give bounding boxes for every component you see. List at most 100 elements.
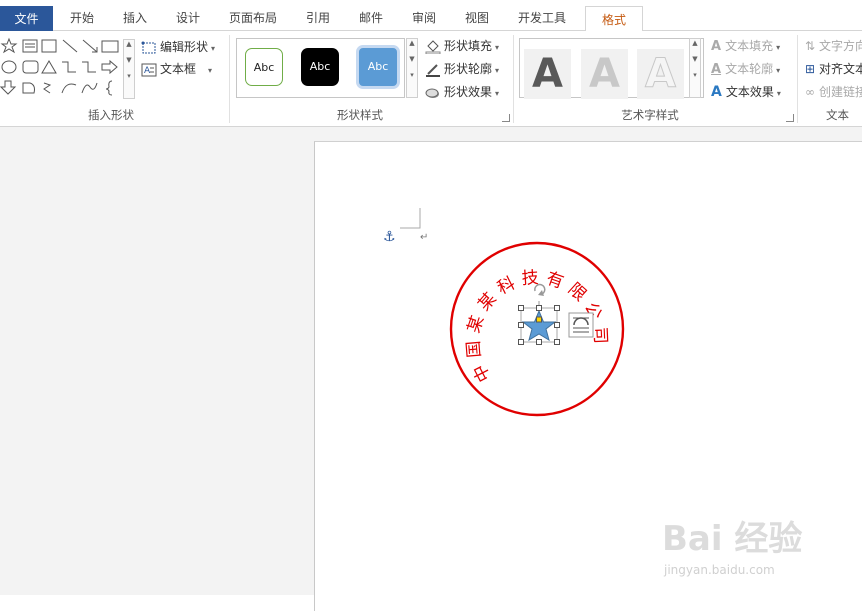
- shape-effects-label: 形状效果: [444, 85, 493, 99]
- elbow-connector-icon: [62, 61, 76, 73]
- wordart-style-outline[interactable]: A: [637, 49, 684, 99]
- wordart-styles-group-label: 艺术字样式: [621, 108, 679, 122]
- tab-file[interactable]: 文件: [0, 6, 53, 31]
- tab-review[interactable]: 审阅: [397, 5, 451, 31]
- group-divider: [797, 35, 798, 123]
- star-shape-icon: [0, 37, 18, 54]
- align-text-label: 对齐文本: [819, 62, 862, 76]
- ribbon-tab-bar: 文件 开始 插入 设计 页面布局 引用 邮件 审阅 视图 开发工具 格式: [0, 0, 862, 32]
- chevron-down-icon: ▾: [495, 66, 500, 75]
- text-outline-button[interactable]: A 文本轮廓 ▾: [711, 59, 780, 79]
- tab-home[interactable]: 开始: [55, 5, 109, 31]
- tab-mailings[interactable]: 邮件: [345, 5, 397, 31]
- tab-format[interactable]: 格式: [585, 6, 643, 32]
- scribble-icon: [43, 82, 52, 94]
- shape-effects-icon: [425, 88, 439, 98]
- freeform-shape-icon: [22, 82, 35, 94]
- shape-styles-scroll[interactable]: ▲ ▼ ▾: [406, 38, 418, 98]
- watermark-url: jingyan.baidu.com: [663, 563, 775, 577]
- create-link-button[interactable]: ∞ 创建链接: [805, 82, 862, 102]
- text-box-icon: A: [141, 63, 157, 76]
- adjust-handle: [536, 316, 542, 323]
- tab-insert[interactable]: 插入: [109, 5, 161, 31]
- shape-styles-dialog-launcher[interactable]: [502, 114, 510, 122]
- text-effects-button[interactable]: A 文本效果 ▾: [711, 82, 781, 102]
- wordart-scroll[interactable]: ▲ ▼ ▾: [689, 38, 701, 98]
- shape-effects-button[interactable]: 形状效果 ▾: [425, 82, 499, 102]
- edit-shape-button[interactable]: 编辑形状 ▾: [141, 37, 215, 57]
- text-fill-button[interactable]: A 文本填充 ▾: [711, 36, 780, 56]
- text-group-label: 文本: [826, 108, 849, 122]
- svg-text:A: A: [144, 66, 151, 76]
- arrow-shape-icon: [82, 39, 98, 53]
- text-effects-label: 文本效果: [725, 85, 774, 99]
- shape-fill-button[interactable]: 形状填充 ▾: [425, 36, 499, 56]
- wordart-dialog-launcher[interactable]: [786, 114, 794, 122]
- edit-shape-label: 编辑形状: [160, 40, 209, 54]
- wordart-style-dark[interactable]: A: [524, 49, 571, 99]
- chevron-down-icon: ▾: [495, 43, 500, 52]
- tab-design[interactable]: 设计: [161, 5, 215, 31]
- curve-shape-icon: [81, 82, 98, 94]
- insert-shapes-group-label: 插入形状: [88, 108, 134, 122]
- text-outline-icon: A: [711, 62, 722, 77]
- shapes-gallery-scroll[interactable]: ▲ ▼ ▾: [123, 39, 135, 99]
- wordart-style-gray[interactable]: A: [581, 49, 628, 99]
- tab-references[interactable]: 引用: [291, 5, 345, 31]
- right-arrow-shape-icon: [101, 59, 118, 75]
- paragraph-mark-icon: ↵: [420, 232, 429, 243]
- vertical-textbox-shape-icon: [41, 39, 57, 53]
- shapes-gallery[interactable]: [0, 37, 122, 99]
- chevron-down-icon: ▾: [776, 66, 781, 75]
- text-direction-icon: ⇅: [805, 39, 816, 53]
- align-text-icon: ⊞: [805, 62, 816, 76]
- text-direction-button[interactable]: ⇅ 文字方向: [805, 36, 862, 56]
- shape-outline-label: 形状轮廓: [444, 62, 493, 76]
- rectangle-shape-icon: [101, 40, 119, 53]
- arc-shape-icon: [61, 83, 77, 94]
- text-fill-icon: A: [711, 39, 722, 54]
- margin-corner-mark: [400, 208, 421, 229]
- text-box-button[interactable]: A 文本框 ▾: [141, 59, 212, 79]
- star-shape: [521, 309, 557, 342]
- shape-style-outline-green[interactable]: Abc: [245, 48, 283, 86]
- shape-style-black[interactable]: Abc: [301, 48, 339, 86]
- text-box-label: 文本框: [160, 62, 197, 76]
- text-direction-label: 文字方向: [819, 39, 862, 53]
- elbow-arrow-icon: [82, 61, 96, 73]
- wordart-gallery[interactable]: A A A: [519, 38, 704, 99]
- ribbon: ▲ ▼ ▾ 编辑形状 ▾ A 文本框 ▾ 插入形状 Abc Abc Abc ▲ ▼ ▾ 形状填…: [0, 31, 862, 127]
- textbox-shape-icon: [22, 39, 38, 53]
- paint-bucket-icon: [425, 39, 441, 54]
- baidu-watermark: Bai 经验 jingyan.baidu.com: [662, 519, 802, 577]
- align-text-button[interactable]: ⊞ 对齐文本: [805, 59, 862, 79]
- tab-developer[interactable]: 开发工具: [503, 5, 581, 31]
- shape-styles-gallery[interactable]: Abc Abc Abc: [236, 38, 405, 98]
- chevron-down-icon: ▾: [776, 43, 781, 52]
- anchor-icon[interactable]: ⚓: [383, 229, 396, 245]
- watermark-brand: Bai 经验: [662, 519, 802, 559]
- chevron-down-icon: ▾: [211, 44, 216, 53]
- company-seal[interactable]: 中国某某科技有限公司: [447, 239, 627, 419]
- shape-fill-label: 形状填充: [444, 39, 493, 53]
- create-link-label: 创建链接: [819, 85, 862, 99]
- shape-style-blue-selected[interactable]: Abc: [356, 45, 400, 89]
- tab-page-layout[interactable]: 页面布局: [215, 5, 291, 31]
- triangle-shape-icon: [41, 60, 57, 74]
- shape-outline-button[interactable]: 形状轮廓 ▾: [425, 59, 499, 79]
- rounded-rect-shape-icon: [22, 60, 39, 74]
- group-divider: [229, 35, 230, 123]
- pencil-icon: [426, 63, 440, 77]
- oval-shape-icon: [1, 60, 17, 74]
- down-arrow-shape-icon: [0, 80, 17, 95]
- tab-view[interactable]: 视图: [451, 5, 503, 31]
- chevron-down-icon: ▾: [208, 66, 213, 75]
- text-effects-icon: A: [711, 84, 722, 100]
- line-shape-icon: [62, 39, 78, 53]
- text-fill-label: 文本填充: [725, 39, 774, 53]
- link-icon: ∞: [805, 85, 815, 99]
- chevron-down-icon: ▾: [776, 89, 781, 98]
- chevron-down-icon: ▾: [495, 89, 500, 98]
- layout-options-icon: [568, 312, 594, 338]
- group-divider: [513, 35, 514, 123]
